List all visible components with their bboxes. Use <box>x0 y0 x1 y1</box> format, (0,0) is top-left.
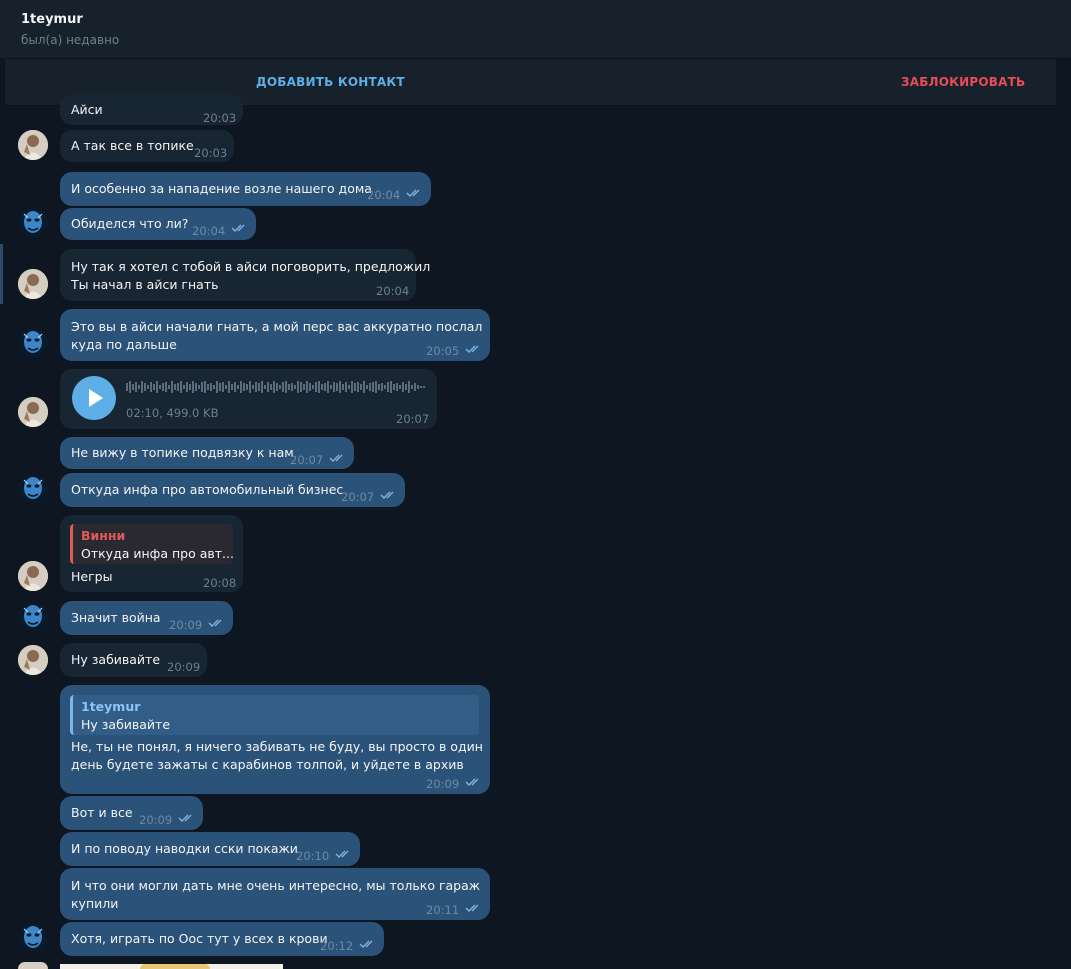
message-text: купили <box>71 896 119 911</box>
read-check-icon <box>406 189 420 197</box>
message-time: 20:03 <box>194 146 228 160</box>
read-check-icon <box>329 454 343 462</box>
user-avatar[interactable] <box>18 962 48 969</box>
user-avatar[interactable] <box>18 561 48 591</box>
message-bubble[interactable]: Это вы в айси начали гнать, а мой перс в… <box>60 309 490 361</box>
message-time: 20:04 <box>376 284 410 298</box>
message-text: Хотя, играть по Оос тут у всех в крови <box>71 931 328 946</box>
message-time: 20:09 <box>169 618 203 632</box>
my-avatar[interactable] <box>18 208 48 238</box>
message-text: Ты начал в айси гнать <box>71 277 219 292</box>
read-check-icon <box>335 850 349 858</box>
read-check-icon <box>178 814 192 822</box>
user-avatar[interactable] <box>18 397 48 427</box>
message-bubble[interactable]: Ну так я хотел с тобой в айси поговорить… <box>60 249 430 301</box>
message-bubble[interactable]: Айси 20:03 <box>60 95 243 125</box>
voice-message[interactable]: 02:10, 499.0 KB 20:07 <box>60 369 437 429</box>
user-avatar[interactable] <box>18 645 48 675</box>
message-text: Ну забивайте <box>71 652 161 667</box>
add-contact-button[interactable]: ДОБАВИТЬ КОНТАКТ <box>256 75 405 89</box>
message-time: 20:11 <box>426 903 460 917</box>
message-text: Откуда инфа про автомобильный бизнес <box>71 482 344 497</box>
scroll-indicator[interactable] <box>0 244 3 304</box>
read-check-icon <box>465 778 479 786</box>
message-bubble[interactable]: Хотя, играть по Оос тут у всех в крови 2… <box>60 922 384 956</box>
my-avatar[interactable] <box>18 602 48 632</box>
message-bubble[interactable]: Обиделся что ли? 20:04 <box>60 208 256 240</box>
message-time: 20:04 <box>367 188 401 202</box>
message-bubble[interactable]: И особенно за нападение возле нашего дом… <box>60 172 431 206</box>
message-time: 20:08 <box>203 576 237 590</box>
message-time: 20:09 <box>139 813 173 827</box>
message-text: И по поводу наводки сски покажи <box>71 841 298 856</box>
message-text: день будете зажаты с карабинов толпой, и… <box>71 757 464 772</box>
image-message[interactable] <box>60 964 283 969</box>
message-time: 20:07 <box>341 490 375 504</box>
message-bubble[interactable]: А так все в топике 20:03 <box>60 130 234 162</box>
message-text: Вот и все <box>71 805 133 820</box>
message-text: Значит война <box>71 610 161 625</box>
message-bubble[interactable]: Не вижу в топике подвязку к нам 20:07 <box>60 437 354 469</box>
my-avatar[interactable] <box>18 328 48 358</box>
read-check-icon <box>231 224 245 232</box>
my-avatar[interactable] <box>18 474 48 504</box>
message-bubble[interactable]: 1teymur Ну забивайте Не, ты не понял, я … <box>60 685 490 794</box>
play-icon <box>89 389 103 407</box>
chat-status: был(а) недавно <box>21 33 120 47</box>
message-text: И особенно за нападение возле нашего дом… <box>71 181 372 196</box>
reply-author: 1teymur <box>81 699 141 714</box>
reply-text: Ну забивайте <box>81 717 171 732</box>
message-time: 20:07 <box>290 453 324 467</box>
message-text: Обиделся что ли? <box>71 216 189 231</box>
read-check-icon <box>465 904 479 912</box>
block-button[interactable]: ЗАБЛОКИРОВАТЬ <box>901 75 1025 89</box>
user-avatar[interactable] <box>18 130 48 160</box>
message-text: И что они могли дать мне очень интересно… <box>71 878 481 893</box>
message-text: Ну так я хотел с тобой в айси поговорить… <box>71 259 431 274</box>
message-bubble[interactable]: Ну забивайте 20:09 <box>60 643 207 677</box>
message-time: 20:10 <box>296 849 330 863</box>
message-time: 20:07 <box>396 412 430 426</box>
message-bubble[interactable]: Винни Откуда инфа про авт... Негры 20:08 <box>60 515 243 592</box>
message-bubble[interactable]: И что они могли дать мне очень интересно… <box>60 868 490 920</box>
message-text: Не, ты не понял, я ничего забивать не бу… <box>71 739 483 754</box>
message-text: Это вы в айси начали гнать, а мой перс в… <box>71 319 483 334</box>
waveform[interactable] <box>126 379 426 395</box>
reply-author: Винни <box>81 528 126 543</box>
message-bubble[interactable]: Значит война 20:09 <box>60 601 233 635</box>
message-bubble[interactable]: Откуда инфа про автомобильный бизнес 20:… <box>60 473 405 507</box>
read-check-icon <box>380 491 394 499</box>
read-check-icon <box>465 345 479 353</box>
reply-quote[interactable]: 1teymur Ну забивайте <box>70 695 479 735</box>
my-avatar[interactable] <box>18 923 48 953</box>
read-check-icon <box>359 940 373 948</box>
chat-title[interactable]: 1teymur <box>21 12 83 27</box>
message-text: Не вижу в топике подвязку к нам <box>71 445 294 460</box>
message-text: куда по дальше <box>71 337 177 352</box>
message-text: А так все в топике <box>71 138 194 153</box>
reply-text: Откуда инфа про авт... <box>81 546 234 561</box>
user-avatar[interactable] <box>18 269 48 299</box>
read-check-icon <box>208 619 222 627</box>
message-bubble[interactable]: Вот и все 20:09 <box>60 796 203 830</box>
play-button[interactable] <box>72 376 116 420</box>
message-time: 20:09 <box>167 660 201 674</box>
message-text: Негры <box>71 569 113 584</box>
reply-quote[interactable]: Винни Откуда инфа про авт... <box>70 524 234 564</box>
message-time: 20:03 <box>203 111 237 125</box>
message-bubble[interactable]: И по поводу наводки сски покажи 20:10 <box>60 832 360 866</box>
chat-header: 1teymur был(а) недавно <box>0 0 1071 59</box>
message-time: 20:05 <box>426 344 460 358</box>
message-time: 20:04 <box>192 224 226 238</box>
message-time: 20:09 <box>426 777 460 791</box>
message-text: Айси <box>71 102 103 117</box>
message-time: 20:12 <box>320 939 354 953</box>
image-content <box>140 964 210 969</box>
voice-meta: 02:10, 499.0 KB <box>126 406 219 420</box>
